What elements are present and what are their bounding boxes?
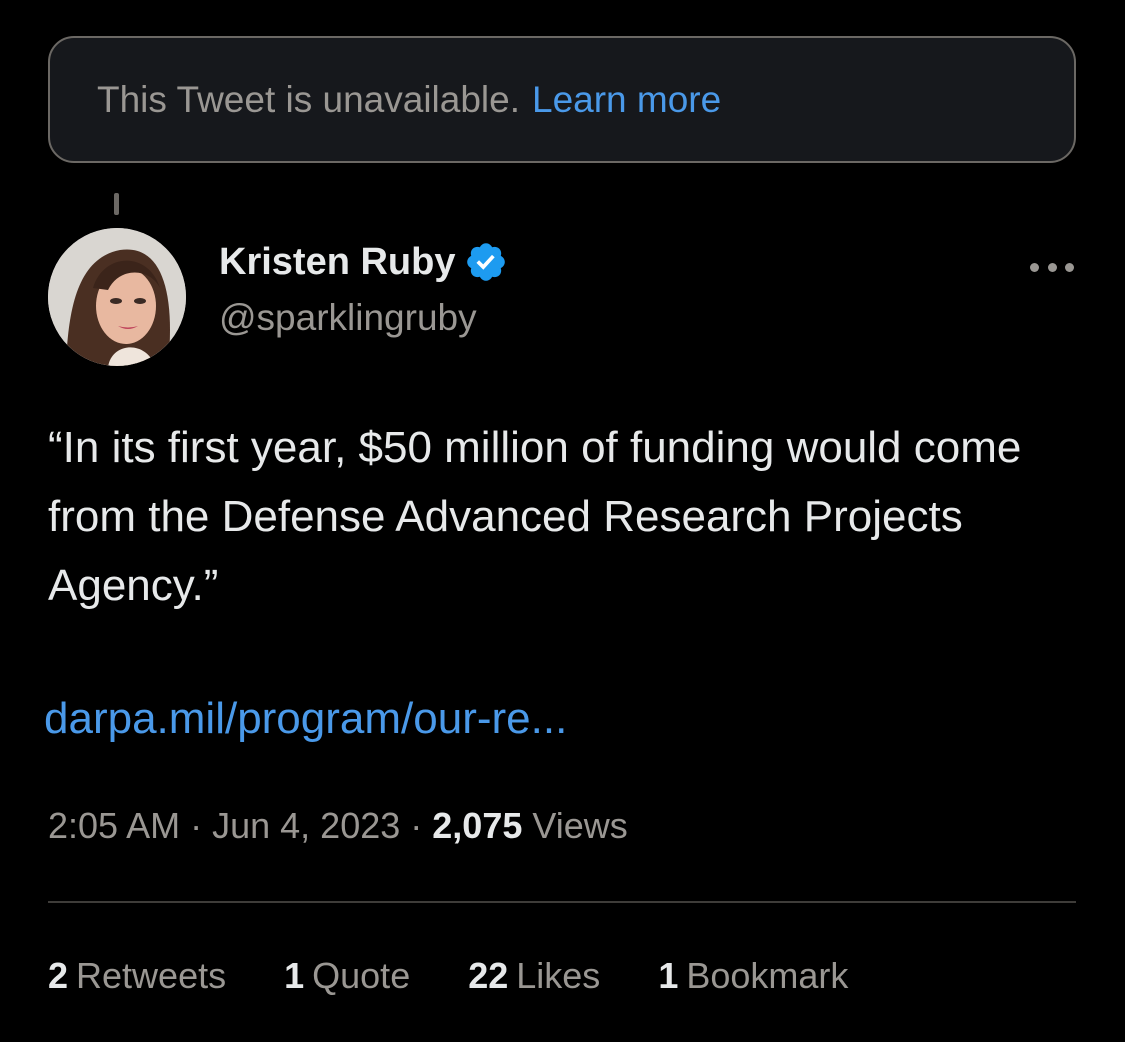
retweets-label: Retweets bbox=[76, 955, 227, 996]
engagement-stats: 2 Retweets 1 Quote 22 Likes 1 Bookmark bbox=[48, 955, 906, 997]
unavailable-text: This Tweet is unavailable. bbox=[97, 78, 520, 120]
likes-stat[interactable]: 22 Likes bbox=[468, 955, 600, 997]
tweet-meta: 2:05 AM · Jun 4, 2023 · 2,075 Views bbox=[48, 805, 628, 847]
thread-connector-line bbox=[114, 193, 119, 215]
bookmarks-stat[interactable]: 1 Bookmark bbox=[658, 955, 848, 997]
retweets-count: 2 bbox=[48, 955, 69, 996]
learn-more-link[interactable]: Learn more bbox=[532, 79, 721, 121]
meta-separator: · bbox=[410, 805, 433, 846]
author-handle[interactable]: @sparklingruby bbox=[219, 297, 477, 339]
author-display-name[interactable]: Kristen Ruby bbox=[219, 241, 455, 284]
more-dot bbox=[1047, 262, 1057, 272]
bookmarks-count: 1 bbox=[658, 955, 679, 996]
avatar[interactable] bbox=[48, 228, 186, 366]
quotes-stat[interactable]: 1 Quote bbox=[284, 955, 410, 997]
tweet-text: “In its first year, $50 million of fundi… bbox=[48, 423, 1022, 610]
quotes-label: Quote bbox=[312, 955, 411, 996]
tweet-link[interactable]: darpa.mil/program/our-re... bbox=[44, 694, 567, 744]
more-dot bbox=[1030, 262, 1039, 272]
tweet-time[interactable]: 2:05 AM bbox=[48, 805, 180, 846]
more-options-icon[interactable] bbox=[1030, 260, 1074, 274]
more-dot bbox=[1065, 262, 1074, 272]
likes-label: Likes bbox=[516, 955, 601, 996]
divider bbox=[48, 901, 1076, 903]
meta-separator: · bbox=[190, 805, 213, 846]
likes-count: 22 bbox=[468, 955, 509, 996]
tweet-detail-view: This Tweet is unavailable. Learn more Kr… bbox=[0, 0, 1125, 1042]
views-label: Views bbox=[532, 805, 628, 846]
retweets-stat[interactable]: 2 Retweets bbox=[48, 955, 226, 997]
bookmarks-label: Bookmark bbox=[686, 955, 849, 996]
avatar-photo-icon bbox=[48, 228, 186, 366]
author-name-row: Kristen Ruby bbox=[219, 240, 508, 284]
verified-badge-icon bbox=[467, 243, 506, 281]
quotes-count: 1 bbox=[284, 955, 305, 996]
views-count: 2,075 bbox=[432, 805, 523, 846]
unavailable-tweet-notice: This Tweet is unavailable. Learn more bbox=[48, 36, 1076, 163]
tweet-date[interactable]: Jun 4, 2023 bbox=[212, 805, 400, 846]
